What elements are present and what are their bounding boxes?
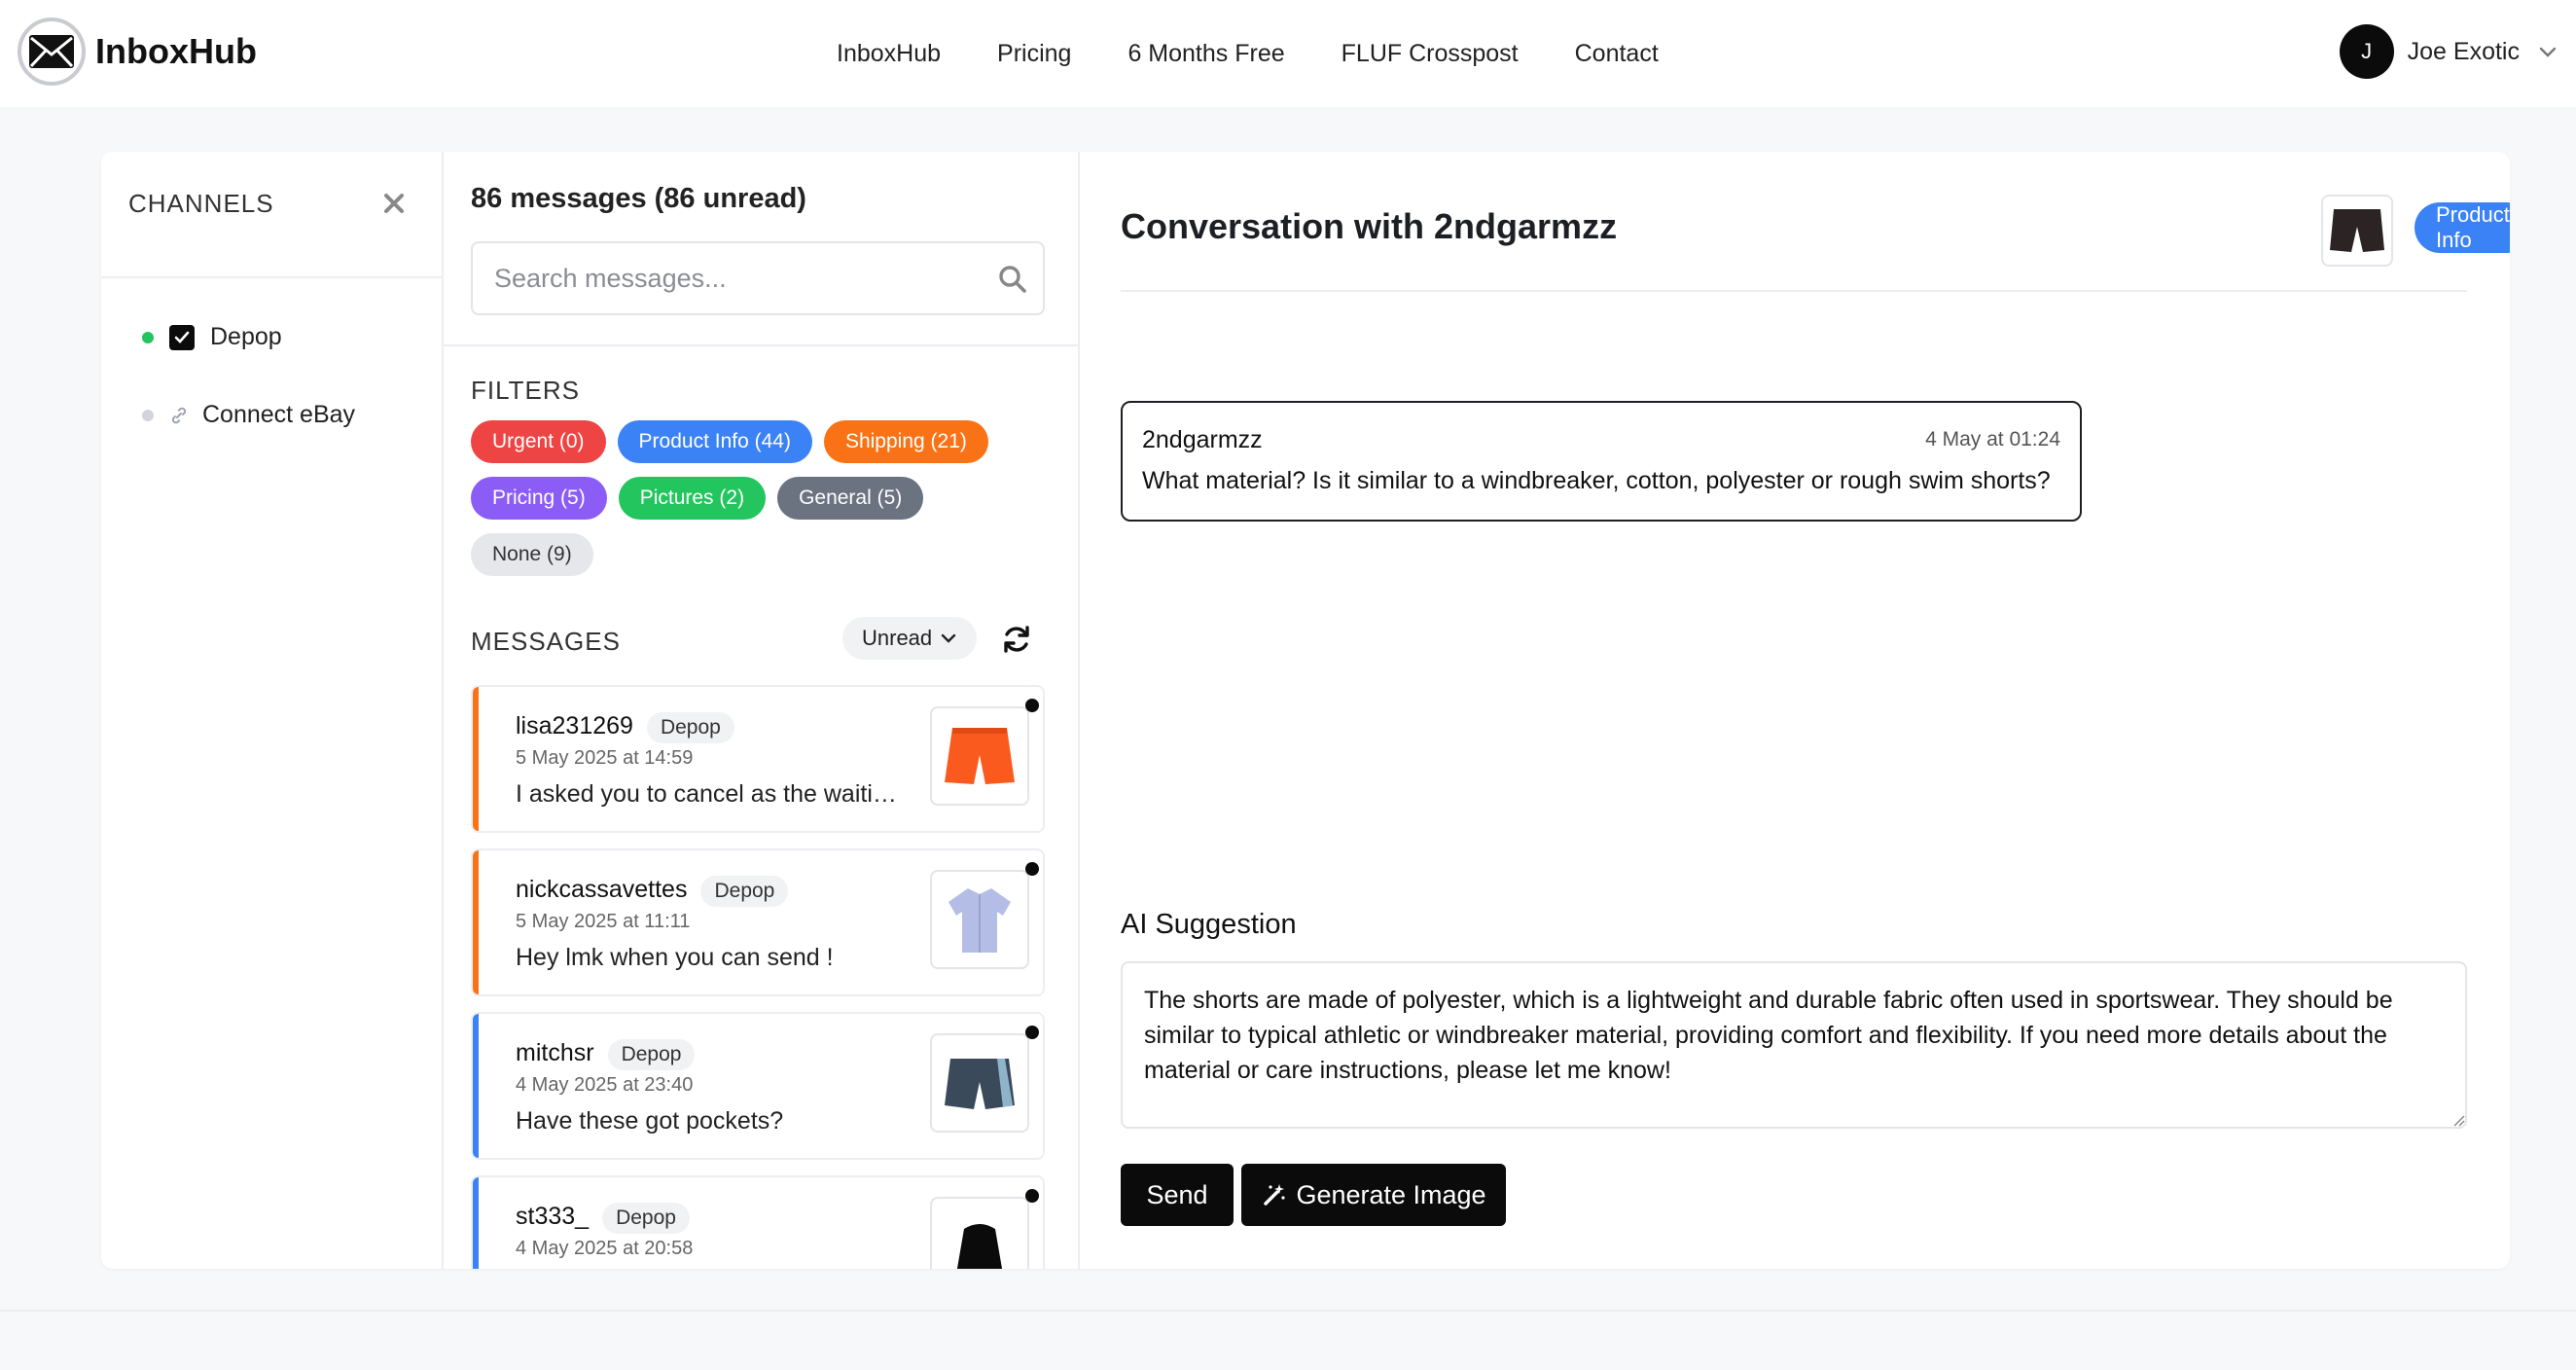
brand[interactable]: InboxHub (18, 18, 257, 86)
message-preview: I asked you to cancel as the waiting tim… (516, 780, 897, 808)
status-dot (142, 331, 154, 343)
refresh-icon[interactable] (1000, 623, 1033, 656)
message-date: 4 May 2025 at 23:40 (516, 1074, 694, 1096)
filter-pill-product-info[interactable]: Product Info (44) (617, 420, 812, 463)
avatar: J (2339, 24, 2394, 79)
message-sender: mitchsr (516, 1039, 594, 1066)
sort-dropdown-label: Unread (862, 626, 933, 650)
category-bar (473, 687, 479, 831)
conversation-panel: Conversation with 2ndgarmzz Product Info… (1080, 152, 2510, 1269)
message-date: 5 May 2025 at 14:59 (516, 747, 694, 769)
nav-link-contact[interactable]: Contact (1575, 40, 1659, 68)
channel-label: Connect eBay (202, 401, 356, 428)
chevron-down-icon (2539, 47, 2557, 57)
search-input[interactable] (473, 243, 979, 313)
channels-title: CHANNELS (128, 189, 274, 218)
channels-panel: CHANNELS Depop Connect eBay (101, 152, 444, 1269)
shirt-icon (930, 870, 1029, 969)
nav-link-fluf-crosspost[interactable]: FLUF Crosspost (1342, 40, 1519, 68)
category-bar (473, 1014, 479, 1158)
list-item[interactable]: mitchsr Depop 4 May 2025 at 23:40 Have th… (471, 1012, 1045, 1160)
unread-dot (1025, 699, 1039, 712)
category-badge[interactable]: Product Info (2415, 202, 2510, 253)
inbox-card: CHANNELS Depop Connect eBay 86 messages … (101, 152, 2510, 1269)
send-button[interactable]: Send (1121, 1164, 1234, 1226)
checkmark-icon (174, 331, 190, 343)
close-icon[interactable] (377, 187, 411, 220)
message-preview: Hey lmk when you can send ! (516, 944, 834, 971)
search-icon[interactable] (996, 263, 1029, 296)
unread-dot (1025, 1189, 1039, 1203)
nav-link-pricing[interactable]: Pricing (997, 40, 1071, 68)
brand-name: InboxHub (95, 31, 257, 71)
channel-tag: Depop (700, 876, 789, 907)
unread-dot (1025, 862, 1039, 876)
page-title: Conversation with 2ndgarmzz (1121, 206, 1618, 246)
message-sender: st333_ (516, 1203, 590, 1230)
message-time: 4 May at 01:24 (1925, 428, 2060, 451)
messages-header: MESSAGES Unread (471, 617, 1055, 666)
channel-tag: Depop (602, 1203, 690, 1234)
filter-pill-pictures[interactable]: Pictures (2) (618, 477, 767, 520)
channel-tag: Depop (646, 712, 734, 743)
orange-shorts-icon (930, 706, 1029, 806)
chevron-down-icon (941, 633, 956, 643)
message-sender: nickcassavettes (516, 876, 688, 903)
channels-header: CHANNELS (101, 152, 442, 278)
link-icon (171, 407, 187, 423)
footer-divider (0, 1310, 2576, 1312)
user-menu[interactable]: J Joe Exotic (2339, 24, 2558, 79)
divider (444, 344, 1078, 346)
nav-links: InboxHub Pricing 6 Months Free FLUF Cros… (837, 0, 1715, 107)
magic-wand-icon (1264, 1184, 1286, 1206)
message-bubble: 2ndgarmzz 4 May at 01:24 What material? … (1121, 401, 2082, 522)
top-nav: InboxHub InboxHub Pricing 6 Months Free … (0, 0, 2576, 107)
message-sender: 2ndgarmzz (1142, 426, 1263, 453)
message-date: 4 May 2025 at 20:58 (516, 1238, 694, 1259)
filter-pills: Urgent (0) Product Info (44) Shipping (2… (471, 420, 1055, 590)
filters-title: FILTERS (471, 376, 580, 405)
shorts-icon (2330, 209, 2384, 252)
channel-label: Depop (210, 323, 282, 350)
filter-pill-none[interactable]: None (9) (471, 533, 593, 576)
nav-link-inboxhub[interactable]: InboxHub (837, 40, 941, 68)
message-text: What material? Is it similar to a windbr… (1142, 467, 2051, 494)
filter-pill-pricing[interactable]: Pricing (5) (471, 477, 607, 520)
user-name: Joe Exotic (2407, 37, 2520, 65)
sort-dropdown[interactable]: Unread (842, 617, 978, 660)
generate-image-label: Generate Image (1296, 1179, 1486, 1209)
message-preview: Have these got pockets? (516, 1107, 784, 1135)
status-dot (142, 409, 154, 421)
channel-item-connect-ebay[interactable]: Connect eBay (142, 401, 355, 429)
search-box (471, 241, 1045, 315)
category-bar (473, 850, 479, 994)
messages-title: MESSAGES (471, 627, 621, 656)
list-item[interactable]: st333_ Depop 4 May 2025 at 20:58 (471, 1175, 1045, 1269)
channel-item-depop[interactable]: Depop (142, 323, 282, 351)
divider (1121, 290, 2467, 292)
unread-dot (1025, 1026, 1039, 1039)
filter-pill-urgent[interactable]: Urgent (0) (471, 420, 606, 463)
list-item[interactable]: nickcassavettes Depop 5 May 2025 at 11:11… (471, 848, 1045, 996)
channel-checkbox[interactable] (169, 324, 195, 350)
envelope-logo-icon (18, 18, 86, 86)
message-count: 86 messages (86 unread) (471, 183, 806, 214)
swim-shorts-icon (930, 1033, 1029, 1133)
black-top-icon (930, 1197, 1029, 1269)
nav-link-free-months[interactable]: 6 Months Free (1127, 40, 1284, 68)
filter-pill-general[interactable]: General (5) (777, 477, 924, 520)
category-bar (473, 1177, 479, 1269)
list-item[interactable]: lisa231269 Depop 5 May 2025 at 14:59 I as… (471, 685, 1045, 833)
product-thumbnail[interactable] (2321, 195, 2393, 267)
channel-tag: Depop (607, 1039, 696, 1070)
ai-suggestion-textarea[interactable]: The shorts are made of polyester, which … (1121, 961, 2467, 1129)
filter-pill-shipping[interactable]: Shipping (21) (823, 420, 988, 463)
resize-handle-icon[interactable] (2451, 1113, 2465, 1127)
send-button-label: Send (1146, 1179, 1208, 1209)
ai-suggestion-title: AI Suggestion (1121, 909, 1297, 940)
message-sender: lisa231269 (516, 712, 633, 739)
message-list-panel: 86 messages (86 unread) FILTERS Urgent (… (444, 152, 1080, 1269)
message-date: 5 May 2025 at 11:11 (516, 911, 691, 932)
generate-image-button[interactable]: Generate Image (1241, 1164, 1506, 1226)
